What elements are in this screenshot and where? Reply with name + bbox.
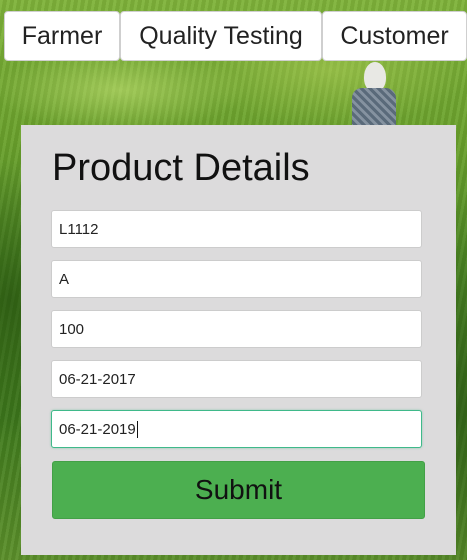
tab-quality-testing[interactable]: Quality Testing: [120, 11, 322, 61]
farmer-figure: [352, 62, 396, 132]
tab-customer[interactable]: Customer: [322, 11, 467, 61]
tab-farmer[interactable]: Farmer: [4, 11, 120, 61]
lot-number-value: L1112: [59, 220, 99, 238]
grade-field[interactable]: A: [51, 260, 422, 298]
end-date-value: 06-21-2019: [59, 420, 136, 438]
start-date-field[interactable]: 06-21-2017: [51, 360, 422, 398]
lot-number-field[interactable]: L1112: [51, 210, 422, 248]
text-caret: [136, 420, 138, 438]
submit-button[interactable]: Submit: [52, 461, 425, 519]
product-details-panel: Product Details L1112 A 100 06-21-2017 0…: [21, 125, 456, 555]
quantity-field[interactable]: 100: [51, 310, 422, 348]
panel-title: Product Details: [52, 147, 310, 189]
quantity-value: 100: [59, 320, 85, 338]
end-date-field[interactable]: 06-21-2019: [51, 410, 422, 448]
start-date-value: 06-21-2017: [59, 370, 136, 388]
grade-value: A: [59, 270, 70, 288]
nav-tabs: Farmer Quality Testing Customer: [4, 11, 467, 61]
